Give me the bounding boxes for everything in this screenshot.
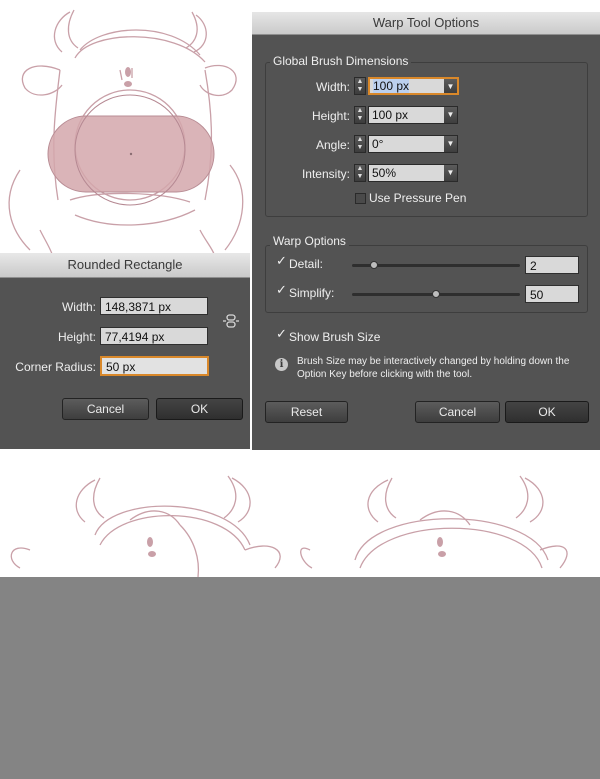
pressure-pen-checkbox[interactable] [355, 193, 366, 204]
height-value: 100 px [372, 108, 409, 122]
width-value: 100 px [373, 79, 410, 93]
gray-canvas-area [0, 577, 600, 779]
corner-radius-field[interactable]: 50 px [100, 356, 209, 376]
angle-combo[interactable]: 0° ▼ [368, 135, 458, 153]
info-icon: i [275, 358, 288, 371]
width-label: Width: [61, 300, 96, 314]
pressure-pen-label: Use Pressure Pen [369, 191, 467, 205]
simplify-slider-thumb[interactable] [432, 290, 440, 298]
warp-tool-options-dialog: Warp Tool Options Global Brush Dimension… [252, 12, 600, 450]
chevron-down-icon: ▼ [444, 165, 457, 181]
info-text-line1: Brush Size may be interactively changed … [297, 356, 570, 367]
angle-stepper[interactable]: ▲ ▼ [354, 135, 366, 153]
ok-button[interactable]: OK [156, 398, 243, 420]
width-combo[interactable]: 100 px ▼ [368, 77, 459, 95]
height-label: Height: [57, 330, 96, 344]
width-stepper[interactable]: ▲ ▼ [354, 77, 366, 95]
cow-sketch-top [8, 9, 244, 254]
intensity-combo[interactable]: 50% ▼ [368, 164, 458, 182]
intensity-label: Intensity: [301, 167, 350, 181]
height-label: Height: [311, 109, 350, 123]
height-combo[interactable]: 100 px ▼ [368, 106, 458, 124]
detail-slider-thumb[interactable] [370, 261, 378, 269]
simplify-checkbox[interactable]: ✓ [276, 283, 287, 296]
rounded-rectangle-dialog: Rounded Rectangle Width: 148,3871 px Hei… [0, 253, 250, 449]
chevron-down-icon: ▼ [444, 107, 457, 123]
chevron-down-icon: ▼ [444, 136, 457, 152]
angle-value: 0° [372, 137, 384, 151]
cancel-button[interactable]: Cancel [415, 401, 500, 423]
corner-radius-label: Corner Radius: [15, 360, 96, 374]
dialog-title: Rounded Rectangle [0, 253, 250, 278]
height-stepper[interactable]: ▲ ▼ [354, 106, 366, 124]
reset-button[interactable]: Reset [265, 401, 348, 423]
simplify-label: Simplify: [289, 286, 335, 300]
detail-field[interactable]: 2 [525, 256, 579, 274]
intensity-stepper[interactable]: ▲ ▼ [354, 164, 366, 182]
height-field[interactable]: 77,4194 px [100, 327, 208, 345]
brush-group-title: Global Brush Dimensions [270, 54, 412, 68]
dialog-title: Warp Tool Options [252, 12, 600, 35]
cancel-button[interactable]: Cancel [62, 398, 149, 420]
detail-checkbox[interactable]: ✓ [276, 254, 287, 267]
warp-group-title: Warp Options [270, 234, 349, 248]
detail-label: Detail: [289, 257, 324, 271]
cow-sketch-bottom [10, 475, 568, 578]
width-field[interactable]: 148,3871 px [100, 297, 208, 315]
info-text-line2: Option Key before clicking with the tool… [297, 369, 473, 380]
intensity-value: 50% [372, 166, 397, 180]
show-brush-size-label: Show Brush Size [289, 330, 381, 344]
chevron-down-icon: ▼ [444, 79, 457, 93]
simplify-field[interactable]: 50 [525, 285, 579, 303]
show-brush-size-checkbox[interactable]: ✓ [276, 327, 287, 340]
angle-label: Angle: [315, 138, 350, 152]
ok-button[interactable]: OK [505, 401, 589, 423]
link-icon[interactable] [222, 313, 240, 329]
width-label: Width: [315, 80, 350, 94]
